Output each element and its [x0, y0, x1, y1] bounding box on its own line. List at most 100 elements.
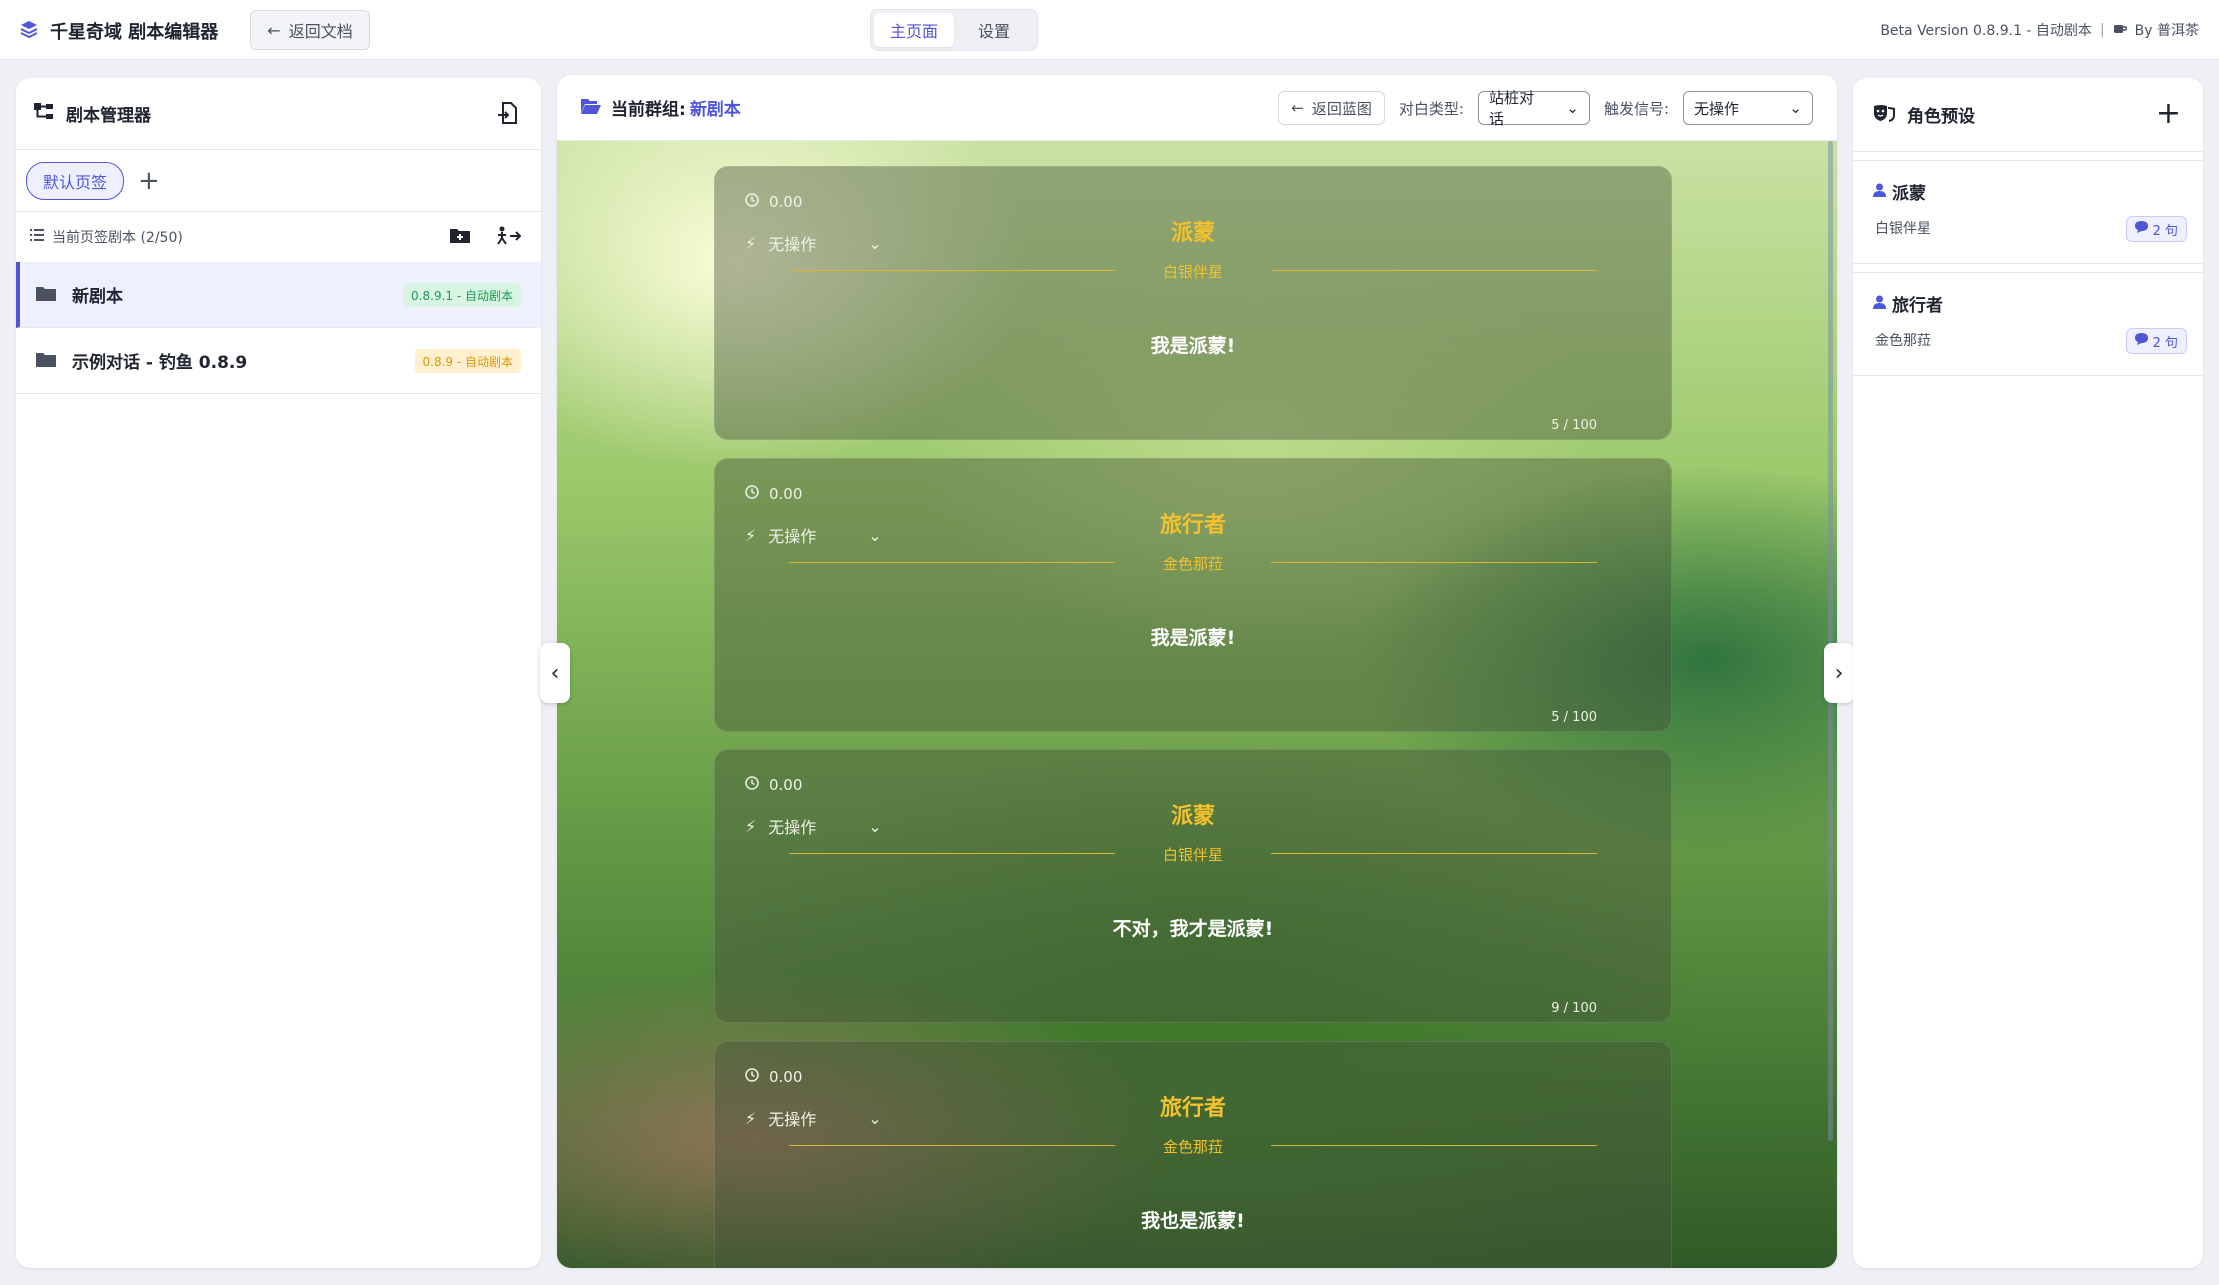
separator: |: [2099, 22, 2105, 38]
card-time[interactable]: 0.00: [745, 776, 802, 794]
character-title: 金色那菈: [1162, 555, 1223, 573]
line-count-badge: 2 句: [2125, 216, 2187, 242]
clock-icon: [745, 193, 759, 211]
tab-main[interactable]: 主页面: [874, 13, 954, 47]
user-icon: [1873, 294, 1886, 314]
line-count-badge: 2 句: [2125, 328, 2187, 354]
character-title: 白银伴星: [1162, 263, 1223, 281]
script-name: 新剧本: [72, 287, 123, 307]
dialog-type-value: 站桩对话: [1488, 89, 1534, 128]
character-name: 旅行者: [1159, 513, 1226, 538]
user-icon: [1873, 182, 1886, 202]
character-name: 派蒙: [1892, 184, 1926, 204]
version-text: Beta Version 0.8.9.1 - 自动剧本: [1880, 23, 2092, 39]
character-name-row: 旅行者: [1873, 291, 1943, 316]
time-value: 0.00: [769, 193, 803, 211]
list-icon: [30, 229, 44, 245]
character-subtitle: 白银伴星: [1875, 221, 1931, 237]
script-item-example[interactable]: 示例对话 - 钓鱼 0.8.9 0.8.9 - 自动剧本: [16, 328, 541, 394]
clock-icon: [745, 1068, 759, 1086]
dialogue-card[interactable]: 0.00 ⚡ 无操作 ⌄ 派蒙 白银伴星 不对，我才是派蒙! 9 / 100: [714, 749, 1672, 1023]
dialogue-text[interactable]: 不对，我才是派蒙!: [715, 914, 1671, 941]
script-list-header: 当前页签剧本 (2/50): [16, 212, 541, 262]
dialog-type-select[interactable]: 站桩对话 ⌄: [1477, 89, 1590, 128]
character-preset-header: 角色预设 +: [1853, 78, 2203, 152]
author-text[interactable]: By 普洱茶: [2135, 20, 2199, 40]
card-time[interactable]: 0.00: [745, 485, 802, 503]
move-script-icon[interactable]: [495, 226, 522, 250]
current-group-label: 当前群组:: [611, 100, 686, 120]
sitemap-icon: [34, 102, 54, 125]
character-title: 白银伴星: [1162, 846, 1223, 864]
script-manager-header: 剧本管理器: [16, 78, 541, 150]
trigger-signal-select[interactable]: 无操作 ⌄: [1683, 91, 1813, 125]
version-info: Beta Version 0.8.9.1 - 自动剧本 | By 普洱茶: [1880, 20, 2199, 40]
chevron-down-icon: ⌄: [1566, 99, 1579, 117]
char-count: 5 / 100: [1551, 710, 1597, 725]
script-manager-title: 剧本管理器: [66, 106, 151, 126]
clock-icon: [745, 485, 759, 503]
character-name: 旅行者: [1159, 1096, 1226, 1121]
coffee-icon: [2113, 21, 2127, 39]
folder-plus-icon[interactable]: [449, 226, 471, 250]
page-tab-default[interactable]: 默认页签: [26, 161, 125, 200]
comment-icon: [2134, 333, 2148, 349]
version-badge: 0.8.9 - 自动剧本: [414, 349, 521, 373]
character-name-row: 派蒙: [1873, 179, 1926, 204]
character-preset-title: 角色预设: [1907, 107, 1975, 127]
dialogue-stage: 0.00 ⚡ 无操作 ⌄ 派蒙 白银伴星 我是派蒙! 5 / 100 0.00 …: [557, 141, 1837, 1268]
card-time[interactable]: 0.00: [745, 1068, 802, 1086]
arrow-left-icon: ←: [267, 20, 281, 40]
dialogue-card[interactable]: 0.00 ⚡ 无操作 ⌄ 派蒙 白银伴星 我是派蒙! 5 / 100: [714, 166, 1672, 440]
comment-icon: [2134, 221, 2148, 237]
folder-open-icon: [581, 98, 601, 118]
trigger-signal-label: 触发信号:: [1603, 99, 1669, 118]
time-value: 0.00: [769, 1068, 803, 1086]
tab-settings[interactable]: 设置: [954, 13, 1034, 47]
line-count: 2 句: [2152, 335, 2178, 351]
collapse-left-button[interactable]: ‹: [540, 643, 570, 703]
import-icon[interactable]: [497, 102, 517, 128]
dialogue-text[interactable]: 我是派蒙!: [715, 331, 1671, 358]
character-name: 旅行者: [1892, 296, 1943, 316]
card-time[interactable]: 0.00: [745, 193, 802, 211]
arrow-left-icon: ←: [1291, 99, 1304, 117]
script-count-label: 当前页签剧本 (2/50): [52, 230, 183, 246]
character-card[interactable]: 派蒙 白银伴星 2 句: [1853, 160, 2203, 264]
dialogue-editor-panel: 当前群组: 新剧本 ← 返回蓝图 对白类型: 站桩对话 ⌄ 触发信号: 无操作 …: [557, 75, 1837, 1268]
dialogue-card[interactable]: 0.00 ⚡ 无操作 ⌄ 旅行者 金色那菈 我也是派蒙!: [714, 1041, 1672, 1268]
character-subtitle: 金色那菈: [1875, 333, 1931, 349]
character-card[interactable]: 旅行者 金色那菈 2 句: [1853, 272, 2203, 376]
trigger-signal-value: 无操作: [1694, 99, 1740, 118]
dialog-type-label: 对白类型:: [1398, 99, 1464, 118]
back-to-docs-button[interactable]: ← 返回文档: [250, 10, 370, 50]
scrollbar[interactable]: [1828, 141, 1833, 1141]
folder-icon: [36, 351, 56, 371]
back-to-blueprint-button[interactable]: ← 返回蓝图: [1278, 91, 1385, 125]
current-group-name: 新剧本: [689, 100, 741, 120]
brand: 千星奇域 剧本编辑器: [20, 18, 218, 44]
script-manager-panel: 剧本管理器 默认页签 + 当前页签剧本 (2/50) 新剧本 0.8.9.1 -…: [16, 78, 541, 1268]
collapse-right-button[interactable]: ›: [1824, 643, 1854, 703]
dialogue-controls: ← 返回蓝图 对白类型: 站桩对话 ⌄ 触发信号: 无操作 ⌄: [1278, 89, 1813, 128]
folder-icon: [36, 285, 56, 305]
add-character-button[interactable]: +: [2156, 96, 2181, 131]
character-name: 派蒙: [1170, 221, 1215, 246]
character-preset-panel: 角色预设 + 派蒙 白银伴星 2 句 旅行者 金色那菈 2 句: [1853, 78, 2203, 1268]
line-count: 2 句: [2152, 223, 2178, 239]
main-tabs: 主页面 设置: [870, 9, 1038, 51]
script-item-new[interactable]: 新剧本 0.8.9.1 - 自动剧本: [16, 262, 541, 328]
dialogue-text[interactable]: 我也是派蒙!: [715, 1206, 1671, 1233]
dialogue-text[interactable]: 我是派蒙!: [715, 623, 1671, 650]
back-to-blueprint-label: 返回蓝图: [1311, 99, 1372, 118]
theater-masks-icon: [1873, 104, 1895, 126]
dialogue-card[interactable]: 0.00 ⚡ 无操作 ⌄ 旅行者 金色那菈 我是派蒙! 5 / 100: [714, 458, 1672, 732]
page-tabs-row: 默认页签 +: [16, 150, 541, 212]
app-title: 千星奇域 剧本编辑器: [50, 22, 219, 43]
add-page-tab-button[interactable]: +: [138, 168, 160, 194]
top-bar: 千星奇域 剧本编辑器 ← 返回文档 主页面 设置 Beta Version 0.…: [0, 0, 2219, 60]
back-to-docs-label: 返回文档: [288, 22, 353, 41]
version-badge: 0.8.9.1 - 自动剧本: [403, 283, 521, 307]
char-count: 9 / 100: [1551, 1001, 1597, 1016]
clock-icon: [745, 776, 759, 794]
